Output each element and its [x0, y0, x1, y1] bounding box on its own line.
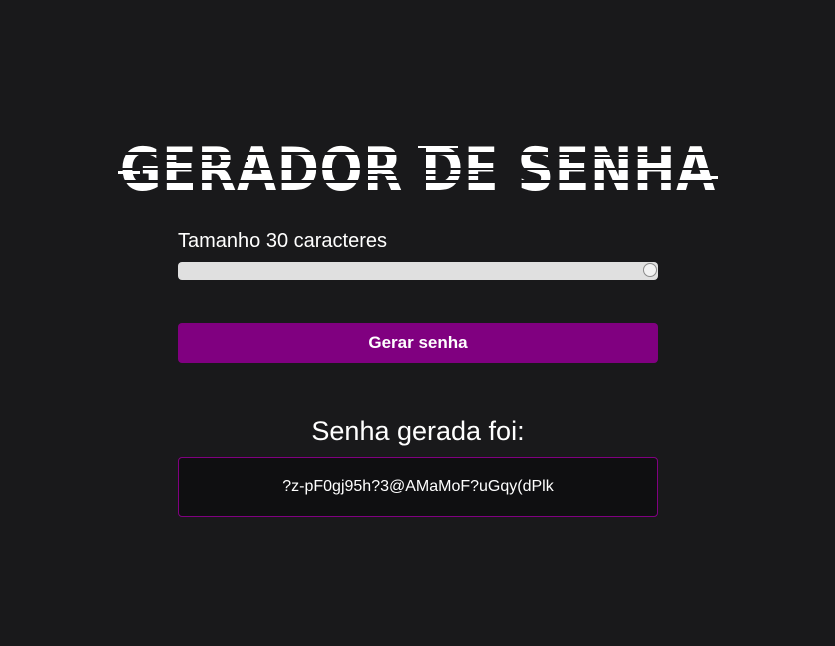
glitch-stripe	[118, 168, 718, 170]
password-text: ?z-pF0gj95h?3@AMaMoF?uGqy(dPlk	[282, 478, 554, 495]
logo: GERADOR DE SENHA	[118, 130, 718, 200]
password-output[interactable]: ?z-pF0gj95h?3@AMaMoF?uGqy(dPlk	[178, 457, 658, 517]
logo-graphic: GERADOR DE SENHA	[118, 135, 718, 200]
generate-password-button[interactable]: Gerar senha	[178, 323, 658, 363]
glitch-stripe	[548, 157, 648, 159]
glitch-stripe	[118, 152, 718, 155]
glitch-stripe	[418, 146, 458, 148]
result-title: Senha gerada foi:	[311, 416, 525, 446]
app-container: GERADOR DE SENHA Tamanho 30 caracteres G…	[0, 0, 835, 646]
glitch-stripe	[698, 176, 718, 179]
glitch-stripe	[158, 160, 248, 162]
glitch-stripe	[118, 180, 718, 183]
glitch-stripe	[118, 171, 140, 174]
length-slider[interactable]	[178, 262, 658, 280]
slider-thumb[interactable]	[643, 263, 657, 277]
glitch-stripe	[368, 174, 488, 176]
length-label: Tamanho 30 caracteres	[178, 230, 388, 252]
logo-title: GERADOR DE SENHA	[120, 135, 716, 200]
